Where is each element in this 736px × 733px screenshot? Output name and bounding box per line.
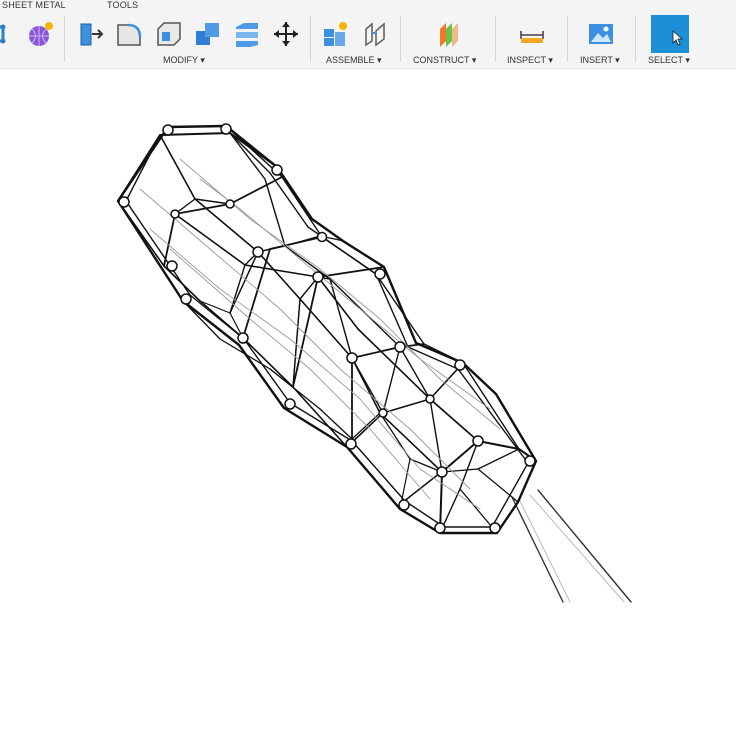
- insert-menu[interactable]: INSERT ▾: [580, 55, 620, 66]
- toolbar: SHEET METAL TOOLS MODIFY ▾ ASSEMBLE ▾ CO…: [0, 0, 736, 69]
- separator: [635, 16, 636, 62]
- shell-icon[interactable]: [153, 18, 185, 50]
- separator: [310, 16, 311, 62]
- tab-sheet-metal[interactable]: SHEET METAL: [2, 0, 66, 10]
- sketch-line-icon[interactable]: [0, 18, 20, 50]
- insert-image-icon[interactable]: [585, 18, 617, 50]
- separator: [567, 16, 568, 62]
- press-pull-icon[interactable]: [74, 18, 106, 50]
- assemble-menu[interactable]: ASSEMBLE ▾: [326, 55, 382, 66]
- select-menu[interactable]: SELECT ▾: [648, 55, 690, 66]
- select-icon[interactable]: [651, 15, 689, 53]
- separator: [64, 16, 65, 62]
- move-icon[interactable]: [270, 18, 302, 50]
- construct-menu[interactable]: CONSTRUCT ▾: [413, 55, 476, 66]
- fillet-icon[interactable]: [113, 18, 145, 50]
- new-component-icon[interactable]: [319, 18, 351, 50]
- measure-icon[interactable]: [516, 18, 548, 50]
- form-sphere-icon[interactable]: [24, 18, 56, 50]
- joint-icon[interactable]: [359, 18, 391, 50]
- inspect-menu[interactable]: INSPECT ▾: [507, 55, 553, 66]
- tab-tools[interactable]: TOOLS: [107, 0, 138, 10]
- lattice-handle-model[interactable]: [0, 69, 736, 733]
- canvas-viewport[interactable]: [0, 69, 736, 733]
- split-body-icon[interactable]: [231, 18, 263, 50]
- offset-plane-icon[interactable]: [433, 18, 465, 50]
- combine-icon[interactable]: [192, 18, 224, 50]
- separator: [400, 16, 401, 62]
- modify-menu[interactable]: MODIFY ▾: [163, 55, 205, 66]
- separator: [495, 16, 496, 62]
